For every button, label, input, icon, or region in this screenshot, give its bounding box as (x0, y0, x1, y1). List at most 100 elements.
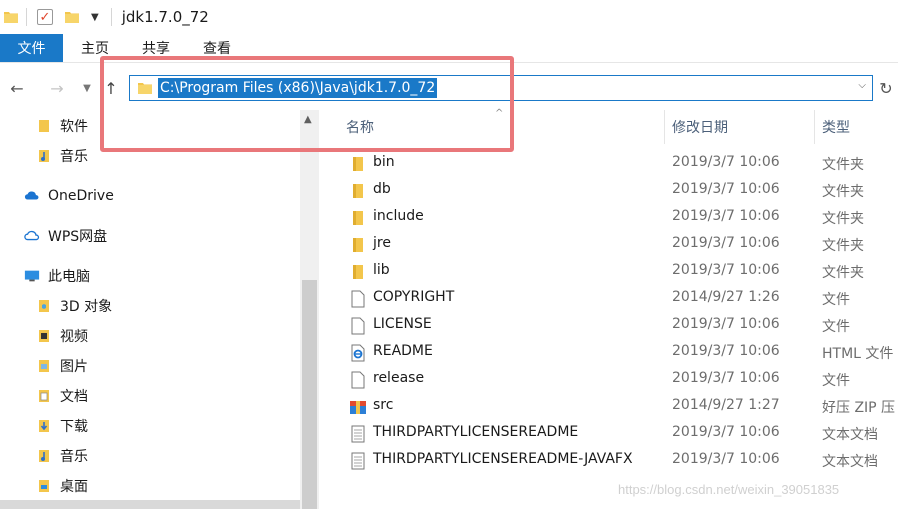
quick-access-toolbar: ✓ ▼ (0, 0, 122, 34)
sidebar-item-videos[interactable]: 视频 (36, 322, 88, 350)
sort-ascending-icon: ^ (495, 108, 504, 119)
wps-cloud-icon (24, 228, 40, 244)
file-icon (349, 371, 367, 389)
file-row[interactable]: LICENSE 2019/3/7 10:06 文件 (319, 312, 898, 339)
file-name: COPYRIGHT (373, 289, 455, 305)
file-date: 2019/3/7 10:06 (672, 370, 780, 386)
folder-icon (138, 83, 152, 94)
file-type: 文件夹 (822, 157, 864, 173)
file-row[interactable]: src 2014/9/27 1:27 好压 ZIP 压 (319, 393, 898, 420)
sidebar-item-downloads[interactable]: 下载 (36, 412, 88, 440)
desktop-folder-icon (36, 478, 52, 494)
file-date: 2019/3/7 10:06 (672, 235, 780, 251)
computer-icon (24, 268, 40, 284)
folder-icon (349, 236, 367, 254)
address-dropdown-chevron-icon[interactable]: ⌵ (858, 80, 866, 91)
sidebar-scrollbar[interactable]: ▲ (300, 110, 319, 509)
sidebar-horizontal-scrollbar[interactable] (0, 500, 300, 509)
file-row[interactable]: jre 2019/3/7 10:06 文件夹 (319, 231, 898, 258)
new-folder-icon[interactable] (65, 11, 79, 23)
tab-home[interactable]: 主页 (66, 34, 124, 62)
file-type: 文件夹 (822, 211, 864, 227)
scrollbar-thumb[interactable] (302, 280, 317, 509)
sidebar-item-3d-objects[interactable]: 3D 对象 (36, 292, 112, 320)
sidebar-item-label: 视频 (60, 329, 88, 345)
file-type: 文件 (822, 373, 850, 389)
file-list: ^ 名称 修改日期 类型 bin 2019/3/7 10:06 文件夹 db 2… (319, 108, 898, 509)
sidebar-item-wps-cloud[interactable]: WPS网盘 (24, 222, 107, 250)
music-folder-icon (36, 148, 52, 164)
file-row[interactable]: THIRDPARTYLICENSEREADME-JAVAFX 2019/3/7 … (319, 447, 898, 474)
file-row[interactable]: lib 2019/3/7 10:06 文件夹 (319, 258, 898, 285)
sidebar-item-music[interactable]: 音乐 (36, 142, 88, 170)
up-arrow-icon[interactable]: ↑ (100, 77, 122, 99)
file-row[interactable]: COPYRIGHT 2014/9/27 1:26 文件 (319, 285, 898, 312)
column-divider[interactable] (814, 110, 815, 144)
scroll-up-arrow-icon[interactable]: ▲ (304, 114, 312, 125)
file-row[interactable]: release 2019/3/7 10:06 文件 (319, 366, 898, 393)
sidebar-item-this-pc[interactable]: 此电脑 (24, 262, 90, 290)
file-type: HTML 文件 (822, 346, 894, 362)
tab-share[interactable]: 共享 (127, 34, 185, 62)
tab-file[interactable]: 文件 (0, 34, 63, 62)
file-name: db (373, 181, 391, 197)
sidebar-item-desktop[interactable]: 桌面 (36, 472, 88, 500)
ribbon-tabs: 文件 主页 共享 查看 (0, 34, 898, 62)
file-row[interactable]: README 2019/3/7 10:06 HTML 文件 (319, 339, 898, 366)
properties-check-icon[interactable]: ✓ (37, 9, 53, 25)
sidebar-item-label: 下载 (60, 419, 88, 435)
customize-toolbar-chevron-icon[interactable]: ▼ (91, 12, 99, 23)
sidebar-item-documents[interactable]: 文档 (36, 382, 88, 410)
address-bar[interactable]: C:\Program Files (x86)\Java\jdk1.7.0_72 … (129, 75, 873, 101)
navigation-bar: ← → ▼ ↑ C:\Program Files (x86)\Java\jdk1… (0, 62, 898, 110)
file-name: include (373, 208, 424, 224)
file-row[interactable]: THIRDPARTYLICENSEREADME 2019/3/7 10:06 文… (319, 420, 898, 447)
file-date: 2019/3/7 10:06 (672, 316, 780, 332)
file-row[interactable]: bin 2019/3/7 10:06 文件夹 (319, 150, 898, 177)
sidebar-item-software[interactable]: 软件 (36, 112, 88, 140)
address-path[interactable]: C:\Program Files (x86)\Java\jdk1.7.0_72 (158, 78, 438, 98)
back-arrow-icon[interactable]: ← (6, 77, 28, 99)
file-type: 好压 ZIP 压 (822, 400, 896, 416)
file-date: 2019/3/7 10:06 (672, 424, 780, 440)
recent-locations-chevron-icon[interactable]: ▼ (76, 77, 98, 99)
file-name: THIRDPARTYLICENSEREADME (373, 424, 579, 440)
cloud-icon (24, 188, 40, 204)
window-title: jdk1.7.0_72 (121, 8, 209, 26)
column-header-name[interactable]: 名称 (346, 110, 374, 144)
sidebar-item-label: OneDrive (48, 188, 114, 204)
file-type: 文本文档 (822, 454, 878, 470)
file-date: 2019/3/7 10:06 (672, 181, 780, 197)
sidebar-item-label: 图片 (60, 359, 88, 375)
tab-view[interactable]: 查看 (188, 34, 246, 62)
file-date: 2019/3/7 10:06 (672, 154, 780, 170)
file-type: 文件 (822, 319, 850, 335)
video-folder-icon (36, 328, 52, 344)
file-type: 文件 (822, 292, 850, 308)
column-header-date[interactable]: 修改日期 (672, 110, 728, 144)
file-row[interactable]: include 2019/3/7 10:06 文件夹 (319, 204, 898, 231)
file-name: jre (373, 235, 391, 251)
navigation-pane: 软件 音乐 OneDrive WPS网盘 此电脑 3D 对象 视频 图片 文档 … (0, 110, 300, 509)
pictures-folder-icon (36, 358, 52, 374)
file-row[interactable]: db 2019/3/7 10:06 文件夹 (319, 177, 898, 204)
file-type: 文件夹 (822, 184, 864, 200)
folder-icon (349, 182, 367, 200)
watermark-text: https://blog.csdn.net/weixin_39051835 (618, 482, 840, 497)
file-name: THIRDPARTYLICENSEREADME-JAVAFX (373, 451, 633, 467)
forward-arrow-icon[interactable]: → (46, 77, 68, 99)
column-divider[interactable] (664, 110, 665, 144)
sidebar-item-onedrive[interactable]: OneDrive (24, 182, 114, 210)
refresh-icon[interactable]: ↻ (876, 77, 896, 99)
file-date: 2019/3/7 10:06 (672, 208, 780, 224)
file-name: bin (373, 154, 395, 170)
sidebar-item-music-2[interactable]: 音乐 (36, 442, 88, 470)
file-date: 2019/3/7 10:06 (672, 451, 780, 467)
file-date: 2014/9/27 1:26 (672, 289, 780, 305)
sidebar-item-pictures[interactable]: 图片 (36, 352, 88, 380)
download-folder-icon (36, 418, 52, 434)
text-file-icon (349, 452, 367, 470)
column-header-type[interactable]: 类型 (822, 110, 850, 144)
sidebar-item-label: 3D 对象 (60, 299, 113, 315)
documents-folder-icon (36, 388, 52, 404)
